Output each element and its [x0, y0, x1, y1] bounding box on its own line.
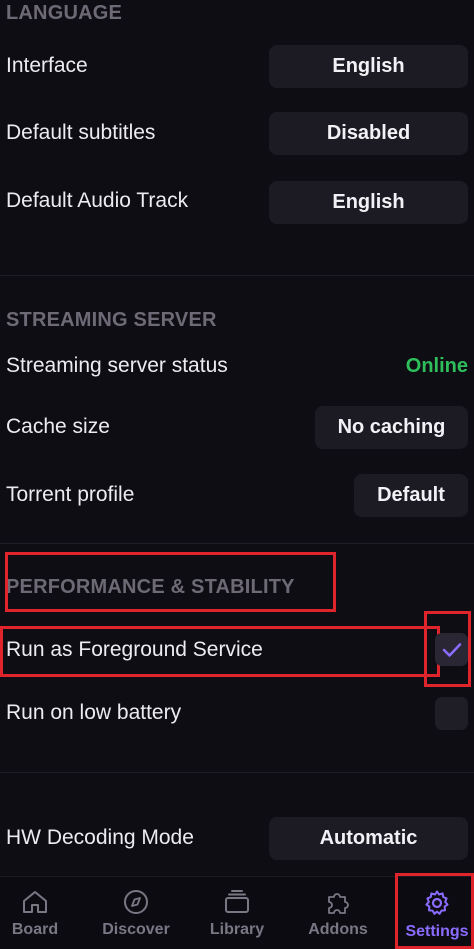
section-title-language: LANGUAGE — [6, 2, 123, 24]
status-badge: Online — [405, 355, 468, 377]
nav-label-board: Board — [11, 921, 59, 938]
divider — [0, 275, 474, 276]
run-on-low-battery-label: Run on low battery — [6, 701, 182, 724]
nav-label-library: Library — [209, 921, 265, 938]
highlight-box-settings-tab — [395, 873, 474, 949]
divider — [0, 772, 474, 773]
home-icon — [23, 891, 47, 913]
torrent-profile-select[interactable]: Default — [354, 474, 468, 517]
nav-item-library[interactable]: Library — [202, 877, 272, 949]
nav-item-discover[interactable]: Discover — [96, 877, 176, 949]
default-subtitles-label: Default subtitles — [6, 121, 156, 144]
nav-label-discover: Discover — [102, 921, 170, 938]
highlight-box-checkbox — [424, 611, 471, 687]
cache-size-label: Cache size — [6, 415, 110, 438]
torrent-profile-label: Torrent profile — [6, 483, 135, 506]
default-audio-track-label: Default Audio Track — [6, 189, 189, 212]
streaming-server-status-label: Streaming server status — [6, 354, 228, 377]
hw-decoding-mode-label: HW Decoding Mode — [6, 826, 194, 849]
highlight-box-performance-title — [5, 552, 336, 612]
puzzle-icon — [328, 893, 349, 914]
nav-item-addons[interactable]: Addons — [302, 877, 374, 949]
nav-label-addons: Addons — [308, 921, 368, 938]
highlight-box-foreground-row — [0, 626, 440, 677]
interface-select[interactable]: English — [269, 45, 468, 88]
default-audio-track-select[interactable]: English — [269, 181, 468, 224]
default-subtitles-select[interactable]: Disabled — [269, 112, 468, 155]
hw-decoding-mode-select[interactable]: Automatic — [269, 817, 468, 860]
nav-item-board[interactable]: Board — [0, 877, 70, 949]
cache-size-select[interactable]: No caching — [315, 406, 468, 449]
library-icon — [225, 890, 249, 913]
interface-label: Interface — [6, 54, 88, 77]
section-title-streaming-server: STREAMING SERVER — [6, 309, 217, 331]
low-battery-checkbox[interactable] — [435, 697, 468, 730]
divider — [0, 543, 474, 544]
compass-icon — [124, 890, 148, 914]
